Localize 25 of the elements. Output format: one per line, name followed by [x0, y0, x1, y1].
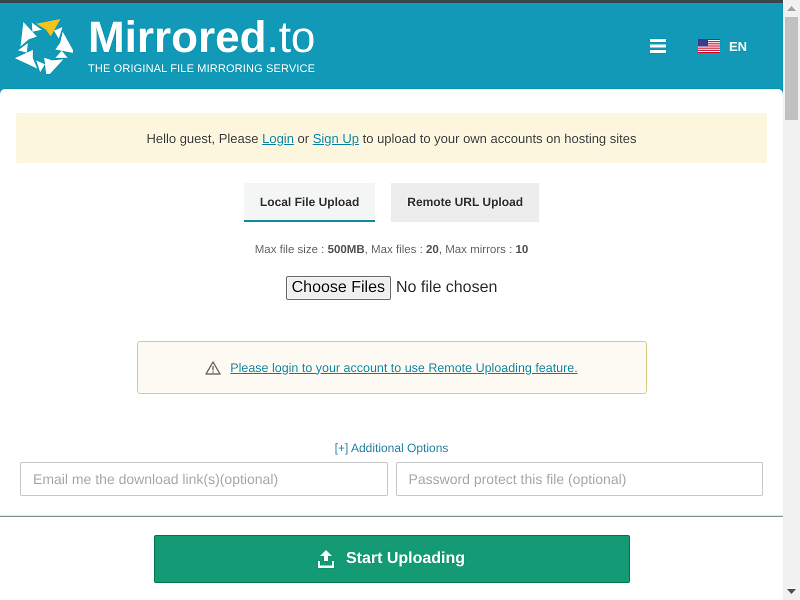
tab[interactable]: Remote URL Upload	[391, 183, 540, 222]
scroll-down-icon[interactable]	[787, 589, 796, 594]
start-uploading-button[interactable]: Start Uploading	[154, 535, 630, 583]
limits-text: Max file size : 500MB, Max files : 20, Max mirrors : 10	[254, 244, 528, 256]
flag-icon	[698, 39, 720, 53]
additional-options-link[interactable]: [+] Additional Options	[334, 441, 448, 455]
login-link[interactable]: Please login to your account to use Remote Uploading feature.	[230, 360, 578, 374]
file-status-text: No file chosen	[396, 279, 498, 297]
language-button[interactable]: EN	[698, 38, 747, 54]
warning-icon	[205, 360, 222, 374]
input-field[interactable]: Password protect this file (optional)	[396, 462, 763, 496]
menu-icon[interactable]	[650, 39, 666, 53]
tab[interactable]: Local File Upload	[244, 183, 376, 222]
logo-icon	[15, 18, 73, 74]
notice-text: Hello guest, Please Login or Sign Up to upload to your own accounts on hosting sites	[146, 130, 637, 146]
tagline: THE ORIGINAL FILE MIRRORING SERVICE	[88, 62, 316, 74]
scrollbar-thumb[interactable]	[785, 17, 798, 120]
choose-files-button[interactable]: Choose Files	[286, 276, 391, 300]
upload-icon	[318, 550, 334, 568]
notice-link[interactable]: Sign Up	[312, 130, 359, 146]
notice-link[interactable]: Login	[262, 130, 294, 146]
scrollbar[interactable]	[783, 0, 800, 600]
logo-text: Mirrored.to	[88, 18, 316, 58]
scroll-up-icon[interactable]	[787, 6, 796, 11]
input-field[interactable]: Email me the download link(s)(optional)	[20, 462, 388, 496]
